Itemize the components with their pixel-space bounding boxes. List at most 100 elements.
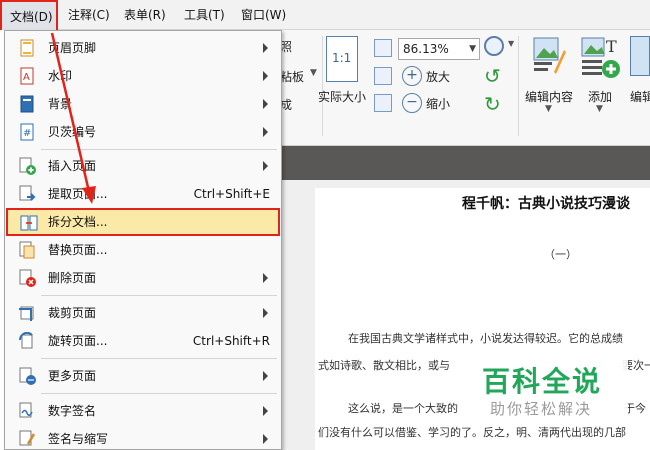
menu-window[interactable]: 窗口(W)	[241, 0, 286, 30]
menu-item-label: 水印	[48, 69, 73, 83]
menu-item-split-document[interactable]: 拆分文档...	[6, 208, 280, 236]
zoom-out-icon[interactable]: −	[402, 93, 422, 113]
menu-bar: 文档(D) 注释(C) 表单(R) 工具(T) 窗口(W)	[0, 0, 650, 30]
menu-separator	[41, 295, 277, 296]
rotate-right-icon[interactable]: ↻	[484, 92, 501, 116]
zoom-value: 86.13%	[403, 42, 449, 56]
edit-content-button[interactable]: 编辑内容	[525, 88, 573, 105]
document-menu: 页眉页脚 A 水印 背景 # 贝茨编号 插入页面 提取页面... Ctrl+Sh…	[4, 30, 282, 450]
menu-item-label: 数字签名	[48, 404, 97, 418]
insert-pages-icon	[19, 157, 36, 175]
zoom-in-button[interactable]: 放大	[426, 68, 450, 85]
ribbon-separator	[518, 36, 519, 136]
menu-item-label: 更多页面	[48, 369, 97, 383]
menu-item-replace-pages[interactable]: 替换页面...	[6, 237, 280, 263]
document-tab-strip	[280, 146, 650, 180]
watermark-subtitle: 助你轻松解决	[490, 400, 593, 418]
watermark-title: 百科全说	[482, 365, 603, 398]
document-text-line: 们没有什么可以借鉴、学习的了。反之，明、清两代出现的几部	[318, 426, 626, 439]
background-icon	[20, 95, 34, 113]
menu-item-label: 页眉页脚	[48, 41, 97, 55]
rotate-left-icon[interactable]: ↺	[484, 64, 501, 88]
submenu-arrow-icon	[263, 161, 268, 171]
menu-item-bates-numbering[interactable]: # 贝茨编号	[6, 119, 280, 145]
split-document-icon	[20, 215, 38, 231]
menu-item-label: 裁剪页面	[48, 306, 97, 320]
crop-pages-icon	[19, 306, 34, 321]
menu-item-shortcut: Ctrl+Shift+R	[192, 334, 270, 348]
edit-button[interactable]: 编辑	[630, 88, 650, 105]
fit-page-icon[interactable]	[374, 39, 392, 57]
add-graphic: T	[581, 37, 620, 78]
menu-item-label: 拆分文档...	[48, 215, 108, 229]
menu-item-shortcut: Ctrl+Shift+E	[193, 187, 270, 201]
edit-content-icon[interactable]	[532, 36, 566, 76]
header-footer-icon	[20, 39, 34, 57]
zoom-out-button[interactable]: 缩小	[426, 95, 450, 112]
submenu-arrow-icon	[263, 127, 268, 137]
document-text-line: 这么说，是一个大致的	[348, 402, 458, 415]
menu-item-crop-pages[interactable]: 裁剪页面	[6, 300, 280, 326]
menu-item-extract-pages[interactable]: 提取页面... Ctrl+Shift+E	[6, 181, 280, 207]
add-button[interactable]: 添加	[588, 88, 612, 105]
menu-item-label: 插入页面	[48, 159, 97, 173]
replace-pages-icon	[19, 241, 35, 259]
watermark: 百科全说 助你轻松解决	[462, 356, 628, 422]
menu-item-label: 贝茨编号	[48, 125, 97, 139]
actual-size-glyph: 1:1	[332, 51, 352, 65]
menu-item-background[interactable]: 背景	[6, 91, 280, 117]
actual-size-button[interactable]: 实际大小	[318, 88, 366, 105]
menu-item-digital-signature[interactable]: 数字签名	[6, 398, 280, 424]
chevron-down-icon[interactable]: ▼	[469, 39, 476, 59]
submenu-arrow-icon	[263, 308, 268, 318]
digital-signature-icon	[19, 402, 33, 418]
magnifier-dropdown-icon[interactable]: ▼	[508, 39, 514, 48]
menu-annotate[interactable]: 注释(C)	[68, 0, 110, 30]
menu-item-label: 签名与缩写	[48, 432, 109, 446]
more-pages-icon	[19, 367, 36, 385]
menu-item-insert-pages[interactable]: 插入页面	[6, 153, 280, 179]
add-dropdown-icon[interactable]: ▼	[596, 104, 603, 114]
zoom-in-icon[interactable]: +	[402, 66, 422, 86]
submenu-arrow-icon	[263, 99, 268, 109]
menu-item-label: 旋转页面...	[48, 334, 108, 348]
watermark-icon: A	[20, 67, 34, 85]
svg-text:T: T	[606, 37, 617, 56]
submenu-arrow-icon	[263, 371, 268, 381]
fit-visible-icon[interactable]	[374, 94, 392, 112]
submenu-arrow-icon	[263, 71, 268, 81]
extract-pages-icon	[19, 185, 36, 201]
menu-item-label: 删除页面	[48, 271, 97, 285]
zoom-select[interactable]: 86.13% ▼	[398, 38, 480, 60]
sign-initials-icon	[19, 430, 36, 446]
delete-pages-icon	[19, 269, 36, 287]
ribbon-fragment-clipboard: 粘板	[280, 70, 305, 84]
menu-item-label: 背景	[48, 97, 73, 111]
menu-item-watermark[interactable]: A 水印	[6, 63, 280, 89]
submenu-arrow-icon	[263, 273, 268, 283]
fit-width-icon[interactable]	[374, 67, 392, 85]
document-title: 程千帆：古典小说技巧漫谈	[462, 196, 630, 212]
ribbon-separator	[322, 36, 323, 136]
edit-icon[interactable]	[630, 36, 650, 76]
svg-text:#: #	[23, 128, 31, 139]
menu-separator	[41, 393, 277, 394]
actual-size-icon[interactable]: 1:1	[326, 36, 358, 82]
menu-item-sign-initials[interactable]: 签名与缩写	[6, 426, 280, 450]
document-section-heading: （一）	[544, 248, 577, 261]
menu-item-rotate-pages[interactable]: 旋转页面... Ctrl+Shift+R	[6, 328, 280, 354]
submenu-arrow-icon	[263, 43, 268, 53]
add-icon[interactable]: T	[580, 36, 620, 80]
magnifier-icon[interactable]	[484, 36, 504, 56]
menu-item-label: 提取页面...	[48, 187, 108, 201]
menu-item-header-footer[interactable]: 页眉页脚	[6, 35, 280, 61]
clipboard-dropdown-icon[interactable]: ▼	[310, 68, 317, 78]
menu-item-more-pages[interactable]: 更多页面	[6, 363, 280, 389]
edit-content-dropdown-icon[interactable]: ▼	[545, 104, 552, 114]
menu-document[interactable]: 文档(D)	[0, 0, 58, 30]
menu-tools[interactable]: 工具(T)	[184, 0, 225, 30]
menu-form[interactable]: 表单(R)	[124, 0, 166, 30]
document-text-line: 在我国古典文学诸样式中，小说发达得较迟。它的总成绩	[348, 332, 623, 345]
menu-item-delete-pages[interactable]: 删除页面	[6, 265, 280, 291]
menu-separator	[41, 358, 277, 359]
